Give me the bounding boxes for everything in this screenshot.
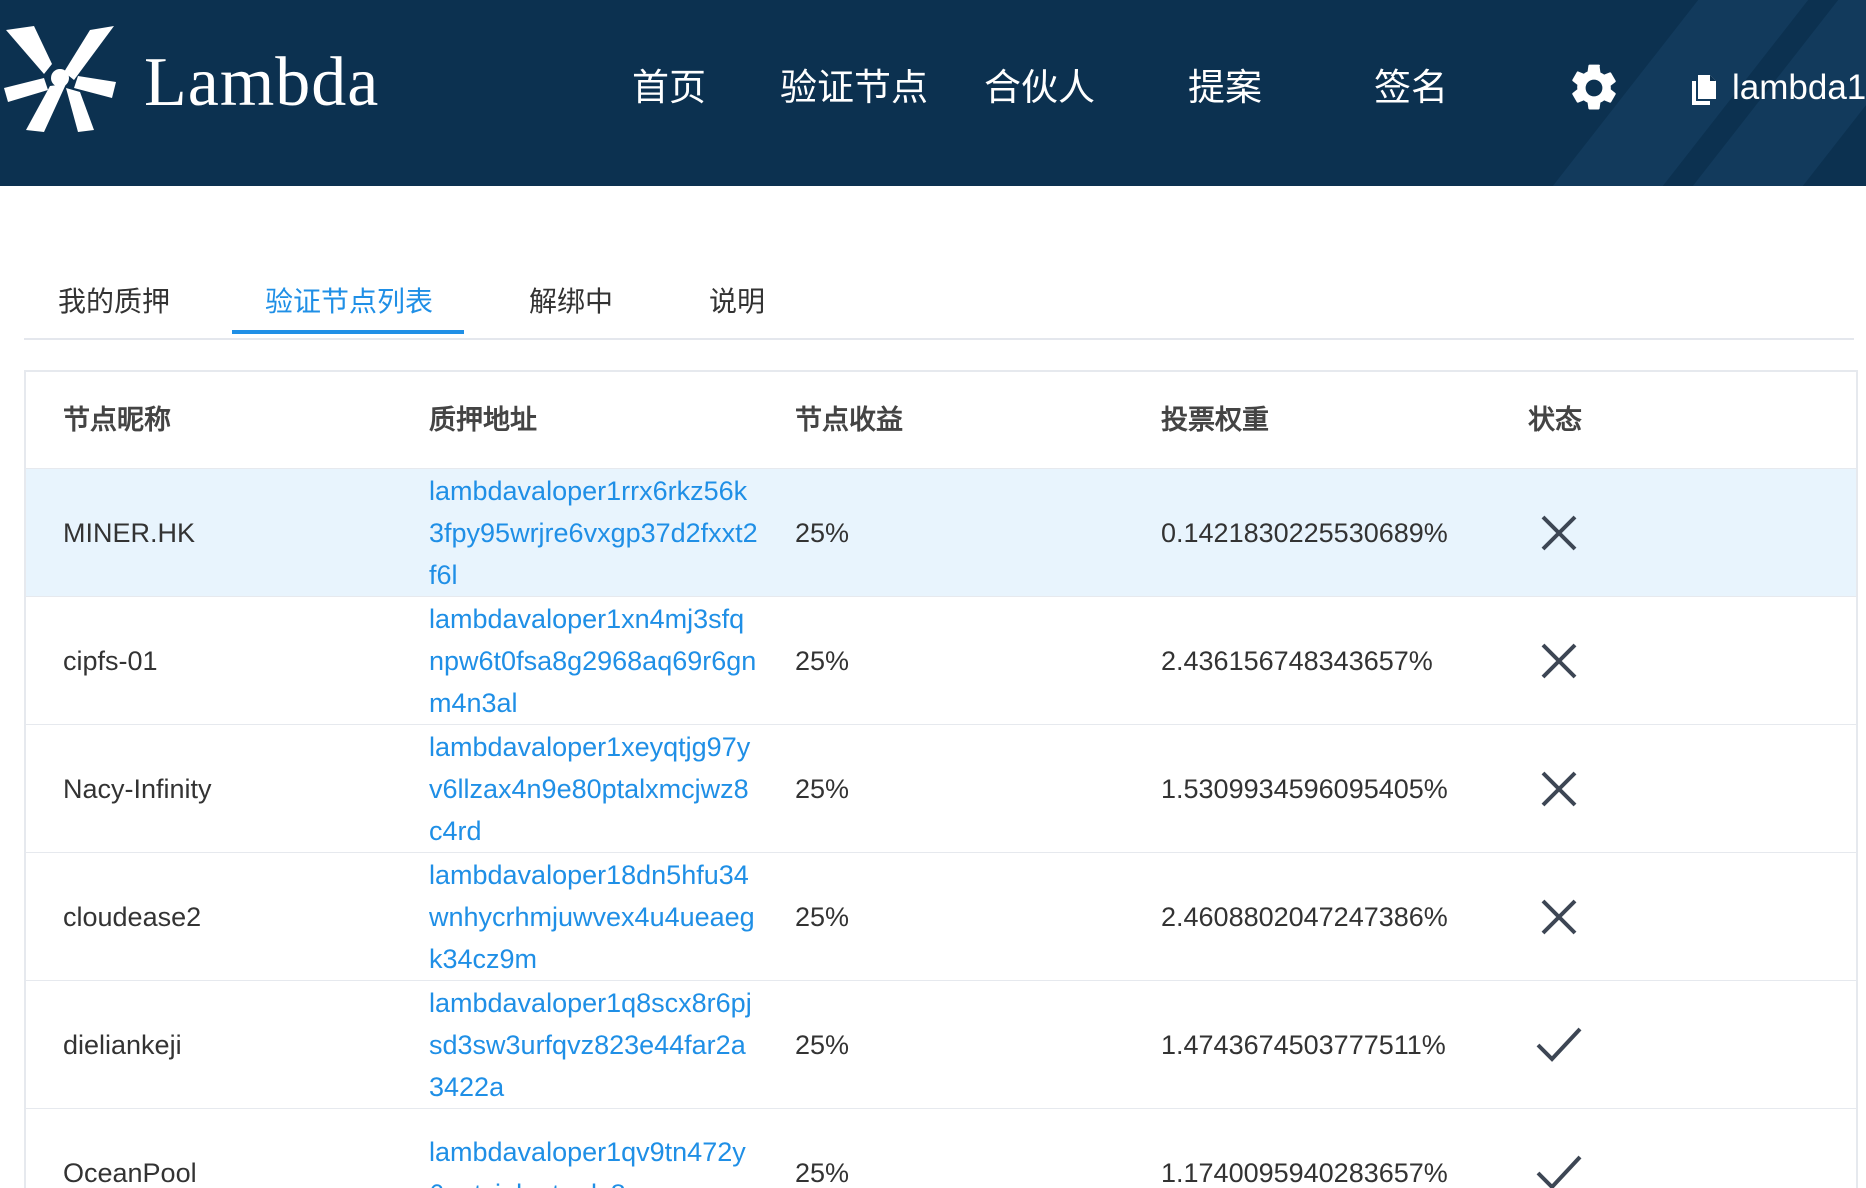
validator-name: cloudease2 <box>63 901 202 932</box>
top-navigation-bar: Lambda 首页 验证节点 合伙人 提案 签名 lambda1 <box>0 0 1866 186</box>
validator-address-link[interactable]: lambdavaloper1qv9tn472y6eutzjukmtmdv8wa <box>429 1131 759 1188</box>
voting-power: 2.436156748343657% <box>1161 646 1433 676</box>
validator-address-link[interactable]: lambdavaloper18dn5hfu34wnhycrhmjuwvex4u4… <box>429 854 759 980</box>
tab-validator-list[interactable]: 验证节点列表 <box>265 276 433 338</box>
nav-proposals[interactable]: 提案 <box>1188 60 1262 116</box>
voting-power: 1.5309934596095405% <box>1161 774 1448 804</box>
table-row[interactable]: OceanPool lambdavaloper1qv9tn472y6eutzju… <box>26 1108 1856 1188</box>
tab-unbonding[interactable]: 解绑中 <box>529 276 613 338</box>
commission-rate: 25% <box>795 773 850 804</box>
column-header-name: 节点昵称 <box>63 405 171 435</box>
brand-name[interactable]: Lambda <box>144 38 379 128</box>
tab-my-stake[interactable]: 我的质押 <box>58 276 170 338</box>
voting-power: 2.4608802047247386% <box>1161 902 1448 932</box>
nav-validators[interactable]: 验证节点 <box>780 60 928 116</box>
column-header-status: 状态 <box>1528 405 1582 435</box>
voting-power: 1.4743674503777511% <box>1161 1030 1446 1060</box>
nav-partners[interactable]: 合伙人 <box>984 60 1095 116</box>
commission-rate: 25% <box>795 517 850 548</box>
validator-table: 节点昵称 质押地址 节点收益 投票权重 状态 MINER.HK lambdava… <box>24 370 1858 1188</box>
account-address[interactable]: lambda1 <box>1692 60 1866 116</box>
settings-gear-icon[interactable] <box>1566 60 1622 116</box>
commission-rate: 25% <box>795 1157 850 1188</box>
validator-name: dieliankeji <box>63 1029 182 1060</box>
nav-sign[interactable]: 签名 <box>1374 60 1448 116</box>
validator-address-link[interactable]: lambdavaloper1xn4mj3sfqnpw6t0fsa8g2968aq… <box>429 598 759 724</box>
table-row[interactable]: MINER.HK lambdavaloper1rrx6rkz56k3fpy95w… <box>26 468 1856 597</box>
nav-home[interactable]: 首页 <box>632 60 706 116</box>
validator-name: OceanPool <box>63 1157 197 1188</box>
voting-power: 1.1740095940283657% <box>1161 1158 1448 1188</box>
cross-icon <box>1541 643 1577 679</box>
cross-icon <box>1541 515 1577 551</box>
lambda-logo-icon <box>4 26 116 132</box>
cross-icon <box>1541 771 1577 807</box>
voting-power: 0.1421830225530689% <box>1161 518 1448 548</box>
commission-rate: 25% <box>795 1029 850 1060</box>
validator-name: cipfs-01 <box>63 645 158 676</box>
validator-address-link[interactable]: lambdavaloper1q8scx8r6pjsd3sw3urfqvz823e… <box>429 982 759 1108</box>
table-row[interactable]: Nacy-Infinity lambdavaloper1xeyqtjg97yv6… <box>26 724 1856 853</box>
account-label: lambda1 <box>1732 68 1866 107</box>
copy-document-icon[interactable] <box>1692 74 1716 105</box>
active-tab-indicator <box>232 330 464 334</box>
table-header: 节点昵称 质押地址 节点收益 投票权重 状态 <box>26 372 1856 468</box>
commission-rate: 25% <box>795 901 850 932</box>
check-icon <box>1536 1027 1582 1062</box>
tab-instructions[interactable]: 说明 <box>709 276 765 338</box>
validator-name: Nacy-Infinity <box>63 773 212 804</box>
validator-address-link[interactable]: lambdavaloper1rrx6rkz56k3fpy95wrjre6vxgp… <box>429 470 759 596</box>
table-row[interactable]: cloudease2 lambdavaloper18dn5hfu34wnhycr… <box>26 852 1856 981</box>
table-row[interactable]: dieliankeji lambdavaloper1q8scx8r6pjsd3s… <box>26 980 1856 1109</box>
commission-rate: 25% <box>795 645 850 676</box>
table-row[interactable]: cipfs-01 lambdavaloper1xn4mj3sfqnpw6t0fs… <box>26 596 1856 725</box>
cross-icon <box>1541 899 1577 935</box>
validator-name: MINER.HK <box>63 517 196 548</box>
check-icon <box>1536 1155 1582 1188</box>
column-header-commission: 节点收益 <box>795 405 903 435</box>
column-header-voting-power: 投票权重 <box>1161 405 1269 435</box>
column-header-address: 质押地址 <box>429 405 537 435</box>
validator-address-link[interactable]: lambdavaloper1xeyqtjg97yv6llzax4n9e80pta… <box>429 726 759 852</box>
